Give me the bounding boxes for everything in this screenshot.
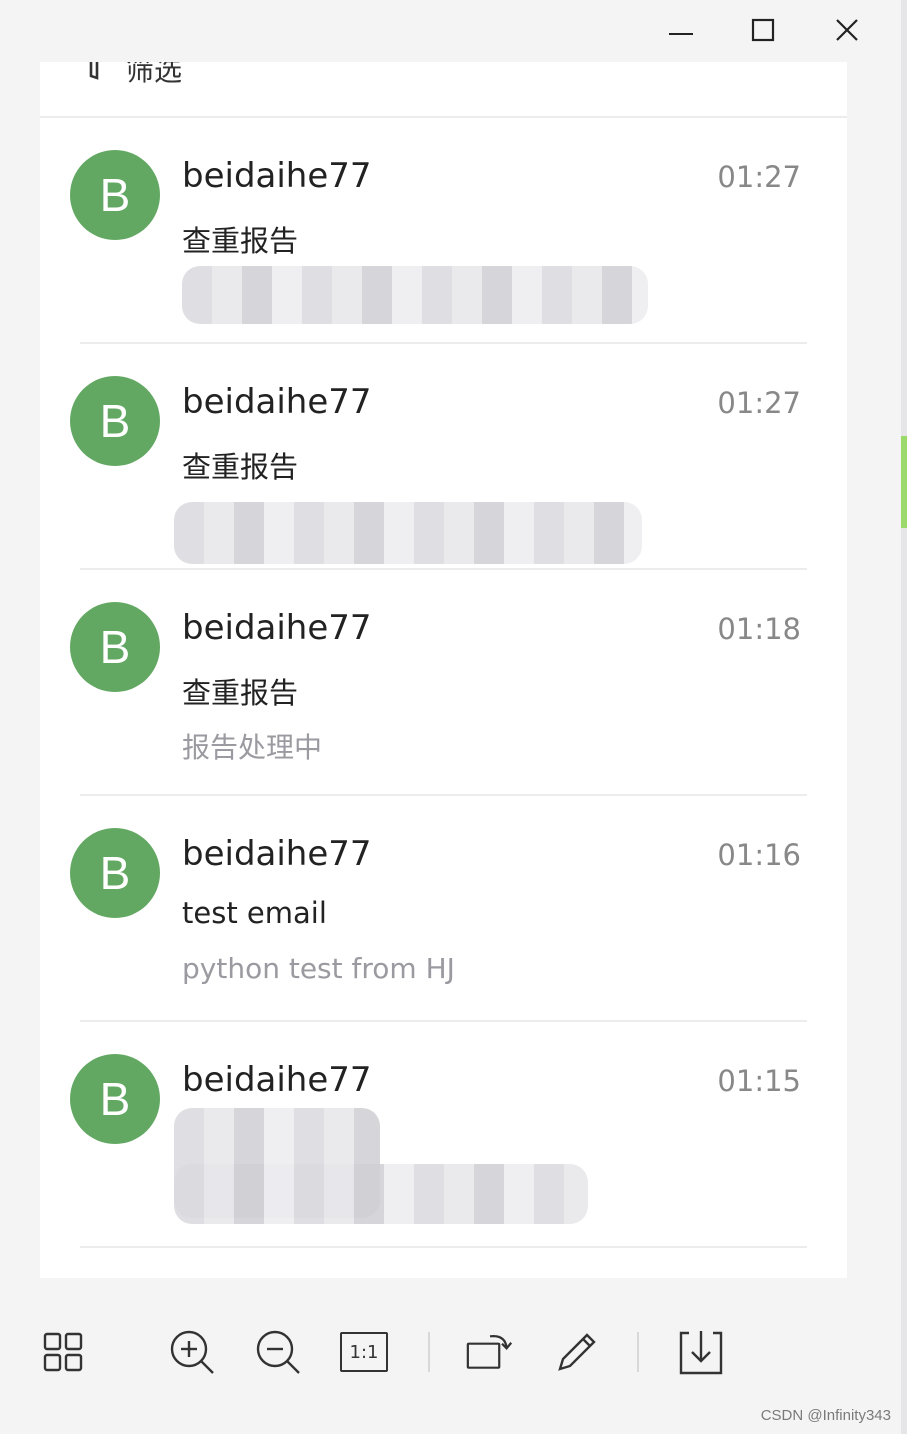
avatar: B — [70, 828, 160, 918]
filter-icon — [89, 62, 99, 80]
mail-list-panel: 筛选 B beidaihe77 01:27 查重报告 B beidaihe77 … — [40, 62, 847, 1278]
redacted-preview — [174, 502, 642, 564]
mail-sender: beidaihe77 — [182, 156, 372, 196]
viewer-toolbar: 1:1 CSDN @Infinity343 — [0, 1278, 907, 1434]
rotate-button[interactable] — [466, 1328, 514, 1376]
close-button[interactable] — [829, 12, 865, 48]
mail-list-item[interactable]: B beidaihe77 01:27 查重报告 — [40, 118, 847, 344]
download-icon — [679, 1331, 723, 1375]
mail-sender: beidaihe77 — [182, 382, 372, 422]
zoom-in-button[interactable] — [168, 1328, 216, 1376]
avatar: B — [70, 1054, 160, 1144]
mail-time: 01:27 — [717, 386, 801, 420]
mail-list-item[interactable]: B beidaihe77 01:27 查重报告 — [40, 344, 847, 570]
mail-list-item[interactable]: B beidaihe77 01:16 test email python tes… — [40, 796, 847, 1022]
mail-preview: 报告处理中 — [182, 731, 323, 764]
minimize-button[interactable] — [663, 12, 699, 48]
avatar: B — [70, 376, 160, 466]
close-icon — [836, 19, 858, 41]
background-window-accent — [901, 436, 907, 528]
grid-icon — [43, 1332, 83, 1372]
minimize-icon — [669, 33, 693, 35]
mail-subject: 查重报告 — [182, 450, 299, 484]
mail-subject: 查重报告 — [182, 676, 299, 710]
actual-size-icon: 1:1 — [340, 1332, 388, 1372]
edit-button[interactable] — [553, 1328, 601, 1376]
divider — [80, 1246, 807, 1248]
mail-subject: test email — [182, 896, 327, 930]
actual-size-button[interactable]: 1:1 — [340, 1328, 388, 1376]
toolbar-separator — [428, 1332, 430, 1372]
mail-sender: beidaihe77 — [182, 608, 372, 648]
filter-bar[interactable]: 筛选 — [40, 62, 847, 118]
avatar: B — [70, 602, 160, 692]
rotate-icon — [466, 1334, 513, 1369]
mail-time: 01:27 — [717, 160, 801, 194]
mail-preview: python test from HJ — [182, 952, 455, 985]
watermark: CSDN @Infinity343 — [760, 1407, 891, 1424]
filter-label: 筛选 — [126, 62, 183, 87]
background-window-edge — [901, 0, 907, 1434]
toolbar-separator — [637, 1332, 639, 1372]
mail-time: 01:18 — [717, 612, 801, 646]
mail-subject: 查重报告 — [182, 224, 299, 258]
edit-icon — [558, 1333, 596, 1371]
actual-size-label: 1:1 — [349, 1341, 379, 1363]
redacted-preview — [174, 1164, 588, 1224]
mail-sender: beidaihe77 — [182, 1060, 372, 1100]
redacted-preview — [182, 266, 648, 324]
zoom-in-icon — [170, 1330, 214, 1374]
mail-list-item[interactable]: B beidaihe77 01:18 查重报告 报告处理中 — [40, 570, 847, 796]
avatar: B — [70, 150, 160, 240]
grid-view-button[interactable] — [39, 1328, 87, 1376]
mail-sender: beidaihe77 — [182, 834, 372, 874]
window-controls — [647, 0, 907, 62]
mail-time: 01:15 — [717, 1064, 801, 1098]
maximize-icon — [751, 18, 775, 42]
zoom-out-icon — [256, 1330, 300, 1374]
zoom-out-button[interactable] — [254, 1328, 302, 1376]
mail-list-item[interactable]: B beidaihe77 01:15 — [40, 1022, 847, 1248]
maximize-button[interactable] — [745, 12, 781, 48]
mail-time: 01:16 — [717, 838, 801, 872]
download-button[interactable] — [677, 1328, 725, 1376]
